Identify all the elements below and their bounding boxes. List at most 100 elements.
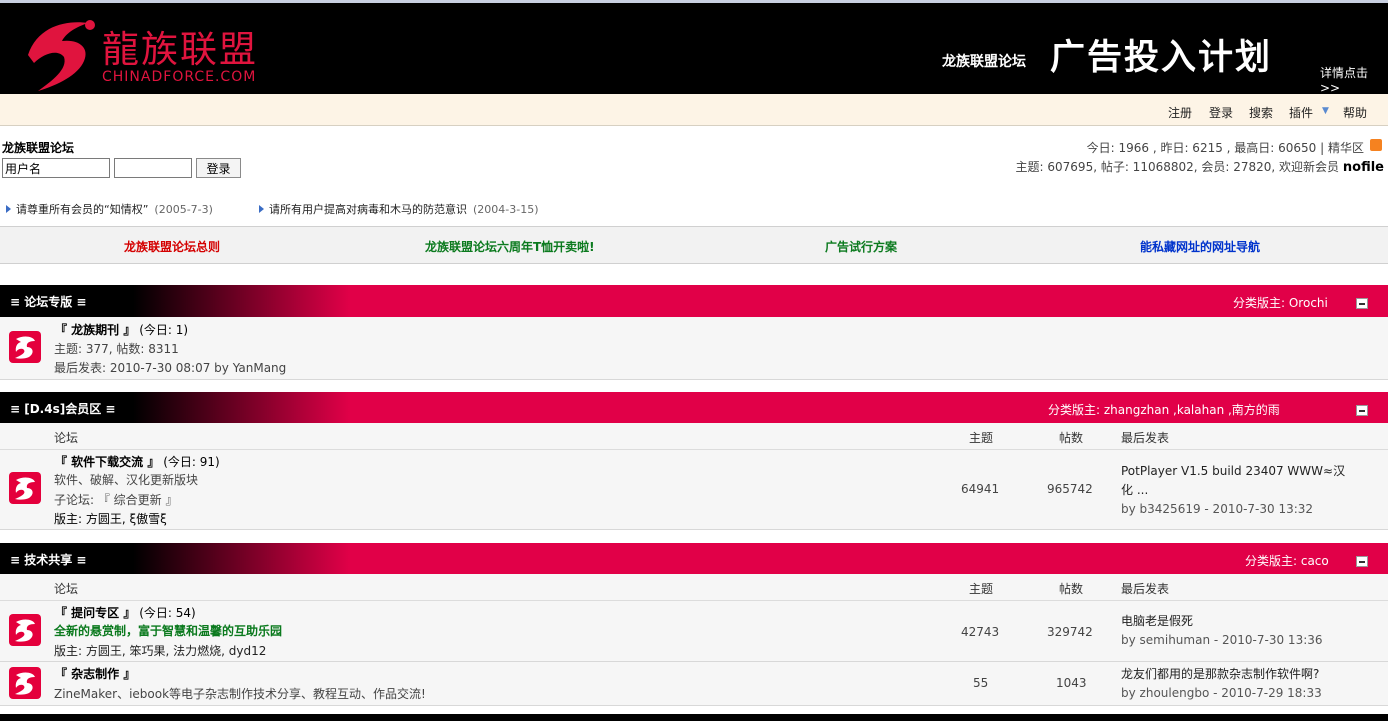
rss-icon[interactable]	[1370, 139, 1382, 151]
triangle-right-icon	[259, 205, 264, 213]
forum-icon	[9, 614, 41, 646]
collapse-icon[interactable]	[1356, 556, 1368, 567]
menu-register[interactable]: 注册	[1168, 104, 1192, 121]
last-post: PotPlayer V1.5 build 23407 WWW≈汉 化 ... b…	[1121, 462, 1345, 519]
section-header: ≡ [D.4s]会员区 ≡ 分类版主: zhangzhan ,kalahan ,…	[0, 392, 1388, 423]
link-url-nav[interactable]: 能私藏网址的网址导航	[1140, 238, 1260, 255]
col-forum: 论坛	[54, 431, 79, 445]
chevron-down-icon[interactable]: ▼	[1322, 106, 1329, 116]
last-post-author[interactable]: by zhoulengbo - 2010-7-29 18:33	[1121, 684, 1322, 703]
last-post-title[interactable]: PotPlayer V1.5 build 23407 WWW≈汉	[1121, 462, 1345, 481]
thread-count: 55	[973, 676, 989, 690]
password-input[interactable]	[114, 158, 192, 178]
thread-count: 64941	[961, 482, 1000, 496]
announcement-date: (2005-7-3)	[154, 203, 213, 216]
link-tshirt-sale[interactable]: 龙族联盟论坛六周年T恤开卖啦!	[425, 238, 595, 255]
forum-moderators[interactable]: 版主: 方圆王, ξ傲雪ξ	[54, 510, 167, 527]
forum-today: (今日: 1)	[139, 323, 189, 337]
forum-title[interactable]: 『 提问专区 』 (今日: 54)	[55, 604, 196, 621]
daily-stats: 今日: 1966 , 昨日: 6215 , 最高日: 60650 | 精华区	[1086, 141, 1364, 155]
subforum-link[interactable]: 子论坛: 『 综合更新 』	[54, 491, 178, 508]
section-header: ≡ 论坛专版 ≡ 分类版主: Orochi	[0, 285, 1388, 317]
last-post-title[interactable]: 电脑老是假死	[1121, 612, 1323, 631]
last-post: 电脑老是假死 by semihuman - 2010-7-30 13:36	[1121, 612, 1323, 650]
section-title[interactable]: ≡ 论坛专版 ≡	[10, 293, 86, 310]
section-header: ≡ 技术共享 ≡ 分类版主: caco	[0, 543, 1388, 574]
menu-login[interactable]: 登录	[1209, 104, 1233, 121]
forum-name[interactable]: 『 提问专区 』	[55, 606, 135, 620]
banner-subtitle[interactable]: 龙族联盟论坛	[942, 51, 1026, 71]
post-count: 965742	[1047, 482, 1093, 496]
logo-text-cn[interactable]: 龍族联盟	[102, 29, 258, 71]
newest-member-link[interactable]: nofile	[1343, 160, 1384, 175]
last-post-title-cont[interactable]: 化 ...	[1121, 481, 1345, 500]
column-header: 论坛 主题 帖数 最后发表	[0, 574, 1388, 601]
forum-stats: 主题: 377, 帖数: 8311	[54, 342, 179, 356]
forum-stats-text: 主题: 607695, 帖子: 11068802, 会员: 27820, 欢迎新…	[1015, 160, 1340, 174]
col-last-post: 最后发表	[1121, 582, 1170, 596]
thread-count: 42743	[961, 625, 1000, 639]
forum-moderators[interactable]: 版主: 方圆王, 笨巧果, 法力燃烧, dyd12	[54, 642, 266, 659]
forum-description: ZineMaker、iebook等电子杂志制作技术分享、教程互动、作品交流!	[54, 687, 426, 701]
banner-detail-link[interactable]: 详情点击>>	[1320, 64, 1388, 95]
dragon-logo-icon[interactable]	[18, 15, 102, 95]
forum-row: 『 杂志制作 』 ZineMaker、iebook等电子杂志制作技术分享、教程互…	[0, 662, 1388, 706]
forum-name[interactable]: 『 软件下载交流 』	[55, 455, 159, 469]
site-header: 龍族联盟 CHINADFORCE.COM 龙族联盟论坛 广告投入计划 详情点击>…	[0, 0, 1388, 95]
column-header: 论坛 主题 帖数 最后发表	[0, 423, 1388, 450]
link-forum-rules[interactable]: 龙族联盟论坛总则	[124, 238, 220, 255]
section-title[interactable]: ≡ [D.4s]会员区 ≡	[10, 400, 115, 417]
last-post-author[interactable]: by semihuman - 2010-7-30 13:36	[1121, 631, 1323, 650]
login-button[interactable]: 登录	[196, 158, 241, 178]
forum-title[interactable]: 『 杂志制作 』	[55, 665, 135, 682]
forum-title[interactable]: 『 龙族期刊 』 (今日: 1)	[55, 321, 188, 338]
username-input[interactable]	[2, 158, 110, 178]
announcement-text[interactable]: 请所有用户提高对病毒和木马的防范意识	[269, 203, 467, 216]
forum-today: (今日: 91)	[163, 455, 220, 469]
announcement-item[interactable]: 请尊重所有会员的“知情权” (2005-7-3)	[6, 201, 213, 217]
menu-search[interactable]: 搜索	[1249, 104, 1273, 121]
last-post-author[interactable]: by b3425619 - 2010-7-30 13:32	[1121, 500, 1345, 519]
forum-name[interactable]: 『 龙族期刊 』	[55, 323, 135, 337]
forum-description: 全新的悬赏制，富于智慧和温馨的互助乐园	[54, 624, 283, 638]
forum-name[interactable]: 『 杂志制作 』	[55, 667, 135, 681]
forum-icon	[9, 472, 41, 504]
menu-plugins[interactable]: 插件	[1289, 104, 1313, 121]
announcement-item[interactable]: 请所有用户提高对病毒和木马的防范意识 (2004-3-15)	[259, 201, 539, 217]
banner-title[interactable]: 广告投入计划	[1050, 29, 1272, 80]
forum-name: 龙族联盟论坛	[2, 141, 75, 155]
forum-today: (今日: 54)	[139, 606, 196, 620]
collapse-icon[interactable]	[1356, 298, 1368, 309]
collapse-icon[interactable]	[1356, 405, 1368, 416]
menu-help[interactable]: 帮助	[1343, 104, 1367, 121]
forum-row: 『 提问专区 』 (今日: 54) 全新的悬赏制，富于智慧和温馨的互助乐园 版主…	[0, 601, 1388, 662]
section-title[interactable]: ≡ 技术共享 ≡	[10, 551, 86, 568]
top-menu: 注册 登录 搜索 插件 ▼ 帮助	[0, 94, 1388, 126]
section-moderators: 分类版主: caco	[1245, 554, 1329, 568]
logo-text-en[interactable]: CHINADFORCE.COM	[102, 69, 256, 85]
forum-row: 『 龙族期刊 』 (今日: 1) 主题: 377, 帖数: 8311 最后发表:…	[0, 317, 1388, 380]
next-section-edge	[0, 714, 1388, 721]
forum-title[interactable]: 『 软件下载交流 』 (今日: 91)	[55, 453, 220, 470]
col-forum: 论坛	[54, 582, 79, 596]
col-posts: 帖数	[1059, 431, 1084, 445]
forum-last-post[interactable]: 最后发表: 2010-7-30 08:07 by YanMang	[54, 359, 286, 376]
announcement-date: (2004-3-15)	[473, 203, 539, 216]
col-posts: 帖数	[1059, 582, 1084, 596]
post-count: 1043	[1056, 676, 1087, 690]
col-last-post: 最后发表	[1121, 431, 1170, 445]
col-threads: 主题	[969, 431, 994, 445]
col-threads: 主题	[969, 582, 994, 596]
last-post-title[interactable]: 龙友们都用的是那款杂志制作软件啊?	[1121, 665, 1322, 684]
forum-icon	[9, 667, 41, 699]
forum-stats: 主题: 607695, 帖子: 11068802, 会员: 27820, 欢迎新…	[1016, 158, 1384, 175]
forum-icon	[9, 331, 41, 363]
links-bar: 龙族联盟论坛总则 龙族联盟论坛六周年T恤开卖啦! 广告试行方案 能私藏网址的网址…	[0, 226, 1388, 264]
forum-description: 软件、破解、汉化更新版块	[54, 473, 199, 487]
announcement-text[interactable]: 请尊重所有会员的“知情权”	[16, 203, 148, 216]
post-count: 329742	[1047, 625, 1093, 639]
section-moderators: 分类版主: zhangzhan ,kalahan ,南方的雨	[1048, 403, 1280, 417]
forum-row: 『 软件下载交流 』 (今日: 91) 软件、破解、汉化更新版块 子论坛: 『 …	[0, 450, 1388, 530]
link-ad-plan[interactable]: 广告试行方案	[825, 238, 897, 255]
triangle-right-icon	[6, 205, 11, 213]
